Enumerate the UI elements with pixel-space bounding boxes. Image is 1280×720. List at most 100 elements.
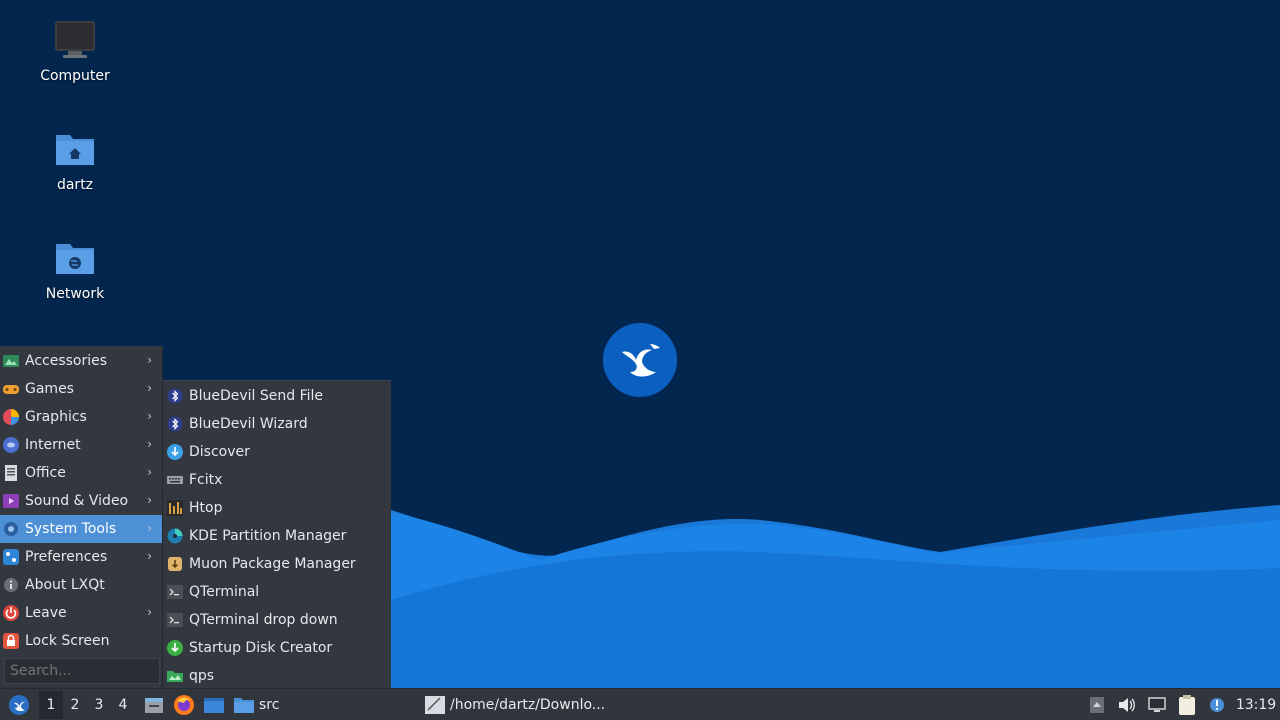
bluetooth-icon	[166, 415, 184, 433]
internet-icon	[2, 436, 20, 454]
task-button-qterminal[interactable]: /home/dartz/Downlo...	[424, 689, 605, 720]
submenu-item-label: KDE Partition Manager	[189, 528, 347, 544]
menu-item-graphics[interactable]: Graphics ›	[0, 403, 162, 431]
sound-video-icon	[2, 492, 20, 510]
chevron-right-icon: ›	[147, 353, 152, 367]
submenu-item-kde-partition-manager[interactable]: KDE Partition Manager	[163, 522, 391, 550]
chevron-right-icon: ›	[147, 521, 152, 535]
window-icon	[425, 696, 445, 714]
folder-icon	[234, 697, 254, 713]
system-tools-icon	[2, 520, 20, 538]
partition-manager-icon	[166, 527, 184, 545]
desktop-icon-home-folder[interactable]: dartz	[20, 127, 130, 193]
menu-item-label: Graphics	[25, 409, 87, 425]
show-desktop-icon	[145, 697, 163, 713]
chevron-right-icon: ›	[147, 465, 152, 479]
keyboard-icon	[166, 471, 184, 489]
chevron-right-icon: ›	[147, 381, 152, 395]
desktop-icon-label: Network	[45, 286, 105, 302]
submenu-item-bluedevil-send-file[interactable]: BlueDevil Send File	[163, 382, 391, 410]
games-icon	[2, 380, 20, 398]
info-icon	[2, 576, 20, 594]
file-manager-launcher[interactable]	[202, 693, 226, 717]
menu-item-about-lxqt[interactable]: About LXQt	[0, 571, 162, 599]
network-folder-icon	[56, 244, 94, 274]
package-manager-icon	[166, 555, 184, 573]
show-desktop-button[interactable]	[142, 693, 166, 717]
submenu-item-label: QTerminal drop down	[189, 612, 338, 628]
volume-icon	[1119, 698, 1135, 712]
terminal-icon	[166, 583, 184, 601]
workspace-1-button[interactable]: 1	[39, 690, 63, 719]
submenu-item-bluedevil-wizard[interactable]: BlueDevil Wizard	[163, 410, 391, 438]
system-tray: 13:19	[1082, 689, 1280, 720]
folder-src-button[interactable]: src	[233, 689, 279, 720]
discover-icon	[166, 443, 184, 461]
menu-item-label: Leave	[25, 605, 67, 621]
lubuntu-logo-icon	[9, 694, 29, 715]
menu-item-internet[interactable]: Internet ›	[0, 431, 162, 459]
chevron-right-icon: ›	[147, 493, 152, 507]
clipboard-button[interactable]	[1175, 693, 1199, 717]
graphics-icon	[2, 408, 20, 426]
menu-item-label: Sound & Video	[25, 493, 129, 509]
submenu-item-label: Fcitx	[189, 472, 223, 488]
submenu-item-fcitx[interactable]: Fcitx	[163, 466, 391, 494]
qps-icon	[166, 667, 184, 685]
menu-item-games[interactable]: Games ›	[0, 375, 162, 403]
submenu-item-label: Htop	[189, 500, 223, 516]
workspace-2-button[interactable]: 2	[63, 691, 87, 719]
submenu-item-muon-package-manager[interactable]: Muon Package Manager	[163, 550, 391, 578]
computer-icon	[55, 21, 95, 58]
menu-item-preferences[interactable]: Preferences ›	[0, 543, 162, 571]
notification-button[interactable]	[1205, 693, 1229, 717]
terminal-icon	[166, 611, 184, 629]
desktop-icon-computer[interactable]: Computer	[20, 18, 130, 84]
tray-expand-button[interactable]	[1085, 693, 1109, 717]
menu-item-label: Accessories	[25, 353, 108, 369]
home-folder-icon	[56, 135, 94, 165]
submenu-item-discover[interactable]: Discover	[163, 438, 391, 466]
volume-button[interactable]	[1115, 693, 1139, 717]
submenu-item-qterminal[interactable]: QTerminal	[163, 578, 391, 606]
menu-item-label: Internet	[25, 437, 81, 453]
submenu-item-label: QTerminal	[189, 584, 260, 600]
startup-disk-icon	[166, 639, 184, 657]
desktop-icon-label: Computer	[40, 68, 110, 84]
taskbar: 1 2 3 4 src /home/dartz/Downlo... 13:19	[0, 688, 1280, 720]
firefox-launcher[interactable]	[172, 693, 196, 717]
start-menu-button[interactable]	[7, 693, 31, 717]
submenu-item-label: qps	[189, 668, 215, 684]
menu-item-leave[interactable]: Leave ›	[0, 599, 162, 627]
submenu-item-label: BlueDevil Send File	[189, 388, 324, 404]
chevron-right-icon: ›	[147, 437, 152, 451]
accessories-icon	[2, 352, 20, 370]
menu-item-accessories[interactable]: Accessories ›	[0, 347, 162, 375]
menu-item-office[interactable]: Office ›	[0, 459, 162, 487]
workspace-4-button[interactable]: 4	[111, 691, 135, 719]
submenu-item-qps[interactable]: qps	[163, 662, 391, 690]
chevron-right-icon: ›	[147, 409, 152, 423]
folder-label: src	[259, 696, 280, 713]
preferences-icon	[2, 548, 20, 566]
desktop-icon-network[interactable]: Network	[20, 236, 130, 302]
menu-item-sound-video[interactable]: Sound & Video ›	[0, 487, 162, 515]
menu-item-lock-screen[interactable]: Lock Screen	[0, 627, 162, 655]
htop-icon	[166, 499, 184, 517]
system-tools-submenu: BlueDevil Send File BlueDevil Wizard Dis…	[163, 380, 391, 688]
submenu-item-label: Muon Package Manager	[189, 556, 356, 572]
office-icon	[2, 464, 20, 482]
clock[interactable]: 13:19	[1232, 697, 1280, 713]
workspace-3-button[interactable]: 3	[87, 691, 111, 719]
file-manager-icon	[204, 697, 224, 713]
menu-item-label: Lock Screen	[25, 633, 110, 649]
menu-item-system-tools[interactable]: System Tools ›	[0, 515, 162, 543]
menu-item-label: Preferences	[25, 549, 108, 565]
submenu-item-label: BlueDevil Wizard	[189, 416, 308, 432]
submenu-item-htop[interactable]: Htop	[163, 494, 391, 522]
submenu-item-startup-disk-creator[interactable]: Startup Disk Creator	[163, 634, 391, 662]
task-title: /home/dartz/Downlo...	[450, 697, 606, 713]
submenu-item-qterminal-drop-down[interactable]: QTerminal drop down	[163, 606, 391, 634]
network-button[interactable]	[1145, 693, 1169, 717]
menu-search-input[interactable]	[4, 658, 160, 684]
